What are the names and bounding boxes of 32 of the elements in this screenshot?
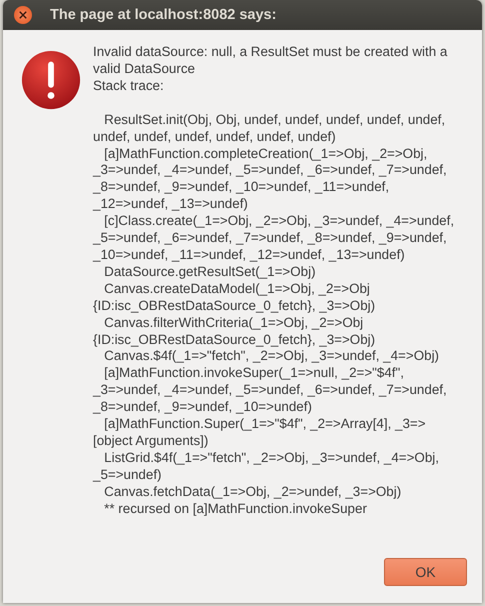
stack-trace-line: _10=>undef, _11=>undef, _12=>undef, _13=>undef) [93,246,406,264]
stack-trace-line: _3=>undef, _4=>undef, _5=>undef, _6=>undef, _7=>undef, [93,162,448,180]
stack-trace-line: [c]Class.create(_1=>Obj, _2=>Obj, _3=>undef, _4=>undef, [103,213,454,230]
stack-trace-line: Canvas.filterWithCriteria(_1=>Obj, _2=>Obj [103,314,364,332]
close-icon [19,11,27,19]
stack-trace-line: {ID:isc_OBRestDataSource_0_fetch}, _3=>Obj) [93,298,376,315]
stack-trace-line: ** recursed on [a]MathFunction.invokeSuper [103,500,368,518]
stack-trace-line: DataSource.getResultSet(_1=>Obj) [103,264,317,281]
stack-trace-line: [object Arguments]) [93,432,210,450]
stack-trace-line: [a]MathFunction.Super(_1=>"$4f", _2=>Array[4], _3=> [103,416,427,433]
error-icon [20,49,82,111]
stack-trace-line: {ID:isc_OBRestDataSource_0_fetch}, _3=>Obj) [93,332,376,348]
stack-trace-line: Canvas.createDataModel(_1=>Obj, _2=>Obj [103,280,371,298]
message-text: Stack trace: [93,78,165,95]
stack-trace-line: _8=>undef, _9=>undef, _10=>undef) [93,399,313,416]
stack-trace-line: _12=>undef, _13=>undef) [93,196,249,214]
close-button[interactable] [14,6,32,24]
stack-trace-line: _5=>undef, _6=>undef, _7=>undef, _8=>undef, _9=>undef, [93,230,448,247]
stack-trace-line: ListGrid.$4f(_1=>"fetch", _2=>Obj, _3=>undef, _4=>Obj, [103,450,440,467]
stack-trace-line: Canvas.$4f(_1=>"fetch", _2=>Obj, _3=>undef, _4=>Obj) [103,348,440,366]
stack-trace-line: undef, undef, undef, undef, undef, undef) [93,128,337,146]
stack-trace-line: _5=>undef) [93,466,163,484]
stack-trace-line: [a]MathFunction.invokeSuper(_1=>null, _2=>"$4f", [103,365,405,382]
message-text: valid DataSource [93,60,196,78]
window-title: The page at localhost:8082 says: [50,7,276,23]
stack-trace-line: _3=>undef, _4=>undef, _5=>undef, _6=>undef, _7=>undef, [93,382,448,400]
stack-trace-line: _8=>undef, _9=>undef, _10=>undef, _11=>undef, [93,179,390,196]
message-text: Invalid dataSource: null, a ResultSet must be created with a [93,44,448,61]
stack-trace-line: [a]MathFunction.completeCreation(_1=>Obj, _2=>Obj, [103,146,428,162]
stack-trace-line: ResultSet.init(Obj, Obj, undef, undef, undef, undef, undef, [103,112,446,129]
ok-button[interactable]: OK [384,558,467,586]
stack-trace-line: Canvas.fetchData(_1=>Obj, _2=>undef, _3=>Obj) [103,484,402,501]
